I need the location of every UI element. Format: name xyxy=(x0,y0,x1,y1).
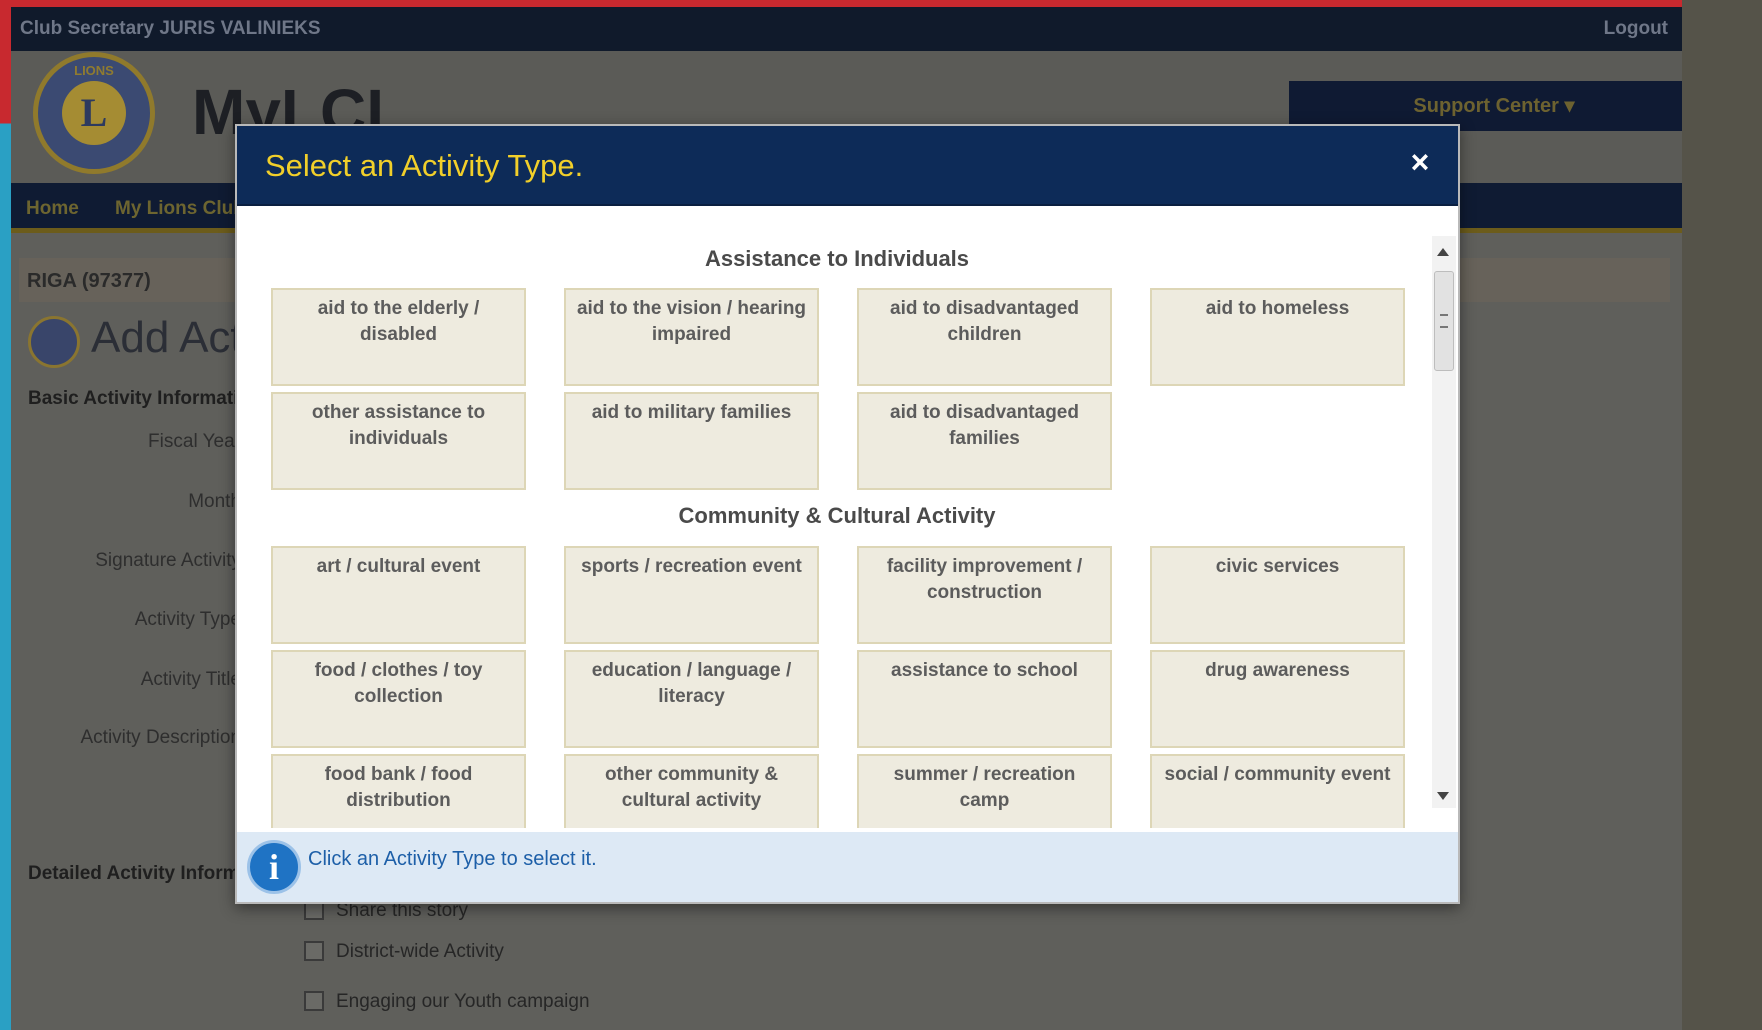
lions-logo: LIONS L xyxy=(33,52,155,174)
activity-tile[interactable]: aid to disadvantaged families xyxy=(857,392,1112,490)
checkbox-icon xyxy=(304,941,324,961)
support-center-label: Support Center xyxy=(1413,95,1559,117)
activity-tile[interactable]: food / clothes / toy collection xyxy=(271,650,526,748)
youth-campaign-checkbox[interactable]: Engaging our Youth campaign xyxy=(304,991,590,1013)
category-title: Community & Cultural Activity xyxy=(678,503,996,528)
nav-my-lions-club[interactable]: My Lions Club xyxy=(115,198,245,220)
district-wide-checkbox[interactable]: District-wide Activity xyxy=(304,941,504,963)
backdrop-left-edge xyxy=(0,0,11,1030)
modal-body[interactable]: Assistance to Individuals aid to the eld… xyxy=(237,208,1458,828)
activity-tile[interactable]: art / cultural event xyxy=(271,546,526,644)
scroll-up-arrow-icon[interactable] xyxy=(1437,248,1449,256)
activity-tile[interactable]: aid to military families xyxy=(564,392,819,490)
month-label: Month xyxy=(188,491,241,512)
category-title: Assistance to Individuals xyxy=(704,246,970,271)
activity-tile[interactable]: food bank / food distribution xyxy=(271,754,526,828)
scrollbar-thumb[interactable] xyxy=(1434,271,1454,371)
activity-tile[interactable]: civic services xyxy=(1150,546,1405,644)
activity-tile[interactable]: other community & cultural activity xyxy=(564,754,819,828)
top-bar: Club Secretary JURIS VALINIEKS Logout xyxy=(11,7,1682,51)
activity-title-label: Activity Title xyxy=(140,669,241,690)
youth-campaign-label: Engaging our Youth campaign xyxy=(336,991,590,1012)
modal-header: Select an Activity Type. × xyxy=(237,126,1458,206)
activity-tile[interactable]: other assistance to individuals xyxy=(271,392,526,490)
activity-tile[interactable]: social / community event xyxy=(1150,754,1405,828)
activity-tile[interactable]: summer / recreation camp xyxy=(857,754,1112,828)
info-icon: i xyxy=(247,840,301,894)
activity-tile[interactable]: assistance to school xyxy=(857,650,1112,748)
close-icon[interactable]: × xyxy=(1402,144,1438,180)
logo-letter: L xyxy=(62,81,126,145)
activity-tile[interactable]: drug awareness xyxy=(1150,650,1405,748)
modal-scrollbar[interactable] xyxy=(1432,236,1456,808)
activity-type-modal: Select an Activity Type. × Assistance to… xyxy=(235,124,1460,904)
modal-title: Select an Activity Type. xyxy=(265,148,584,183)
small-lions-logo xyxy=(28,316,80,368)
user-label: Club Secretary JURIS VALINIEKS xyxy=(20,18,321,39)
footer-hint: Click an Activity Type to select it. xyxy=(308,848,597,870)
activity-tile[interactable]: facility improvement / construction xyxy=(857,546,1112,644)
signature-activity-label: Signature Activity xyxy=(95,550,241,571)
basic-section-label: Basic Activity Information xyxy=(28,388,262,409)
nav-home[interactable]: Home xyxy=(26,198,79,220)
activity-tile[interactable]: aid to homeless xyxy=(1150,288,1405,386)
backdrop-red-stripe xyxy=(0,0,1762,7)
logo-ring-text: LIONS xyxy=(74,63,114,78)
activity-tile[interactable]: aid to the vision / hearing impaired xyxy=(564,288,819,386)
scroll-down-arrow-icon[interactable] xyxy=(1437,792,1449,800)
activity-description-label: Activity Description xyxy=(80,727,242,748)
logout-link[interactable]: Logout xyxy=(1604,18,1668,40)
activity-tile[interactable]: sports / recreation event xyxy=(564,546,819,644)
activity-type-label: Activity Type xyxy=(134,609,241,630)
district-wide-label: District-wide Activity xyxy=(336,941,504,962)
activity-tile[interactable]: aid to the elderly / disabled xyxy=(271,288,526,386)
checkbox-icon xyxy=(304,991,324,1011)
fiscal-year-label: Fiscal Year xyxy=(148,431,241,452)
modal-footer: i Click an Activity Type to select it. xyxy=(237,832,1458,902)
backdrop-right-panel xyxy=(1682,0,1762,1030)
chevron-down-icon: ▾ xyxy=(1564,95,1575,117)
activity-tile[interactable]: education / language / literacy xyxy=(564,650,819,748)
activity-tile[interactable]: aid to disadvantaged children xyxy=(857,288,1112,386)
